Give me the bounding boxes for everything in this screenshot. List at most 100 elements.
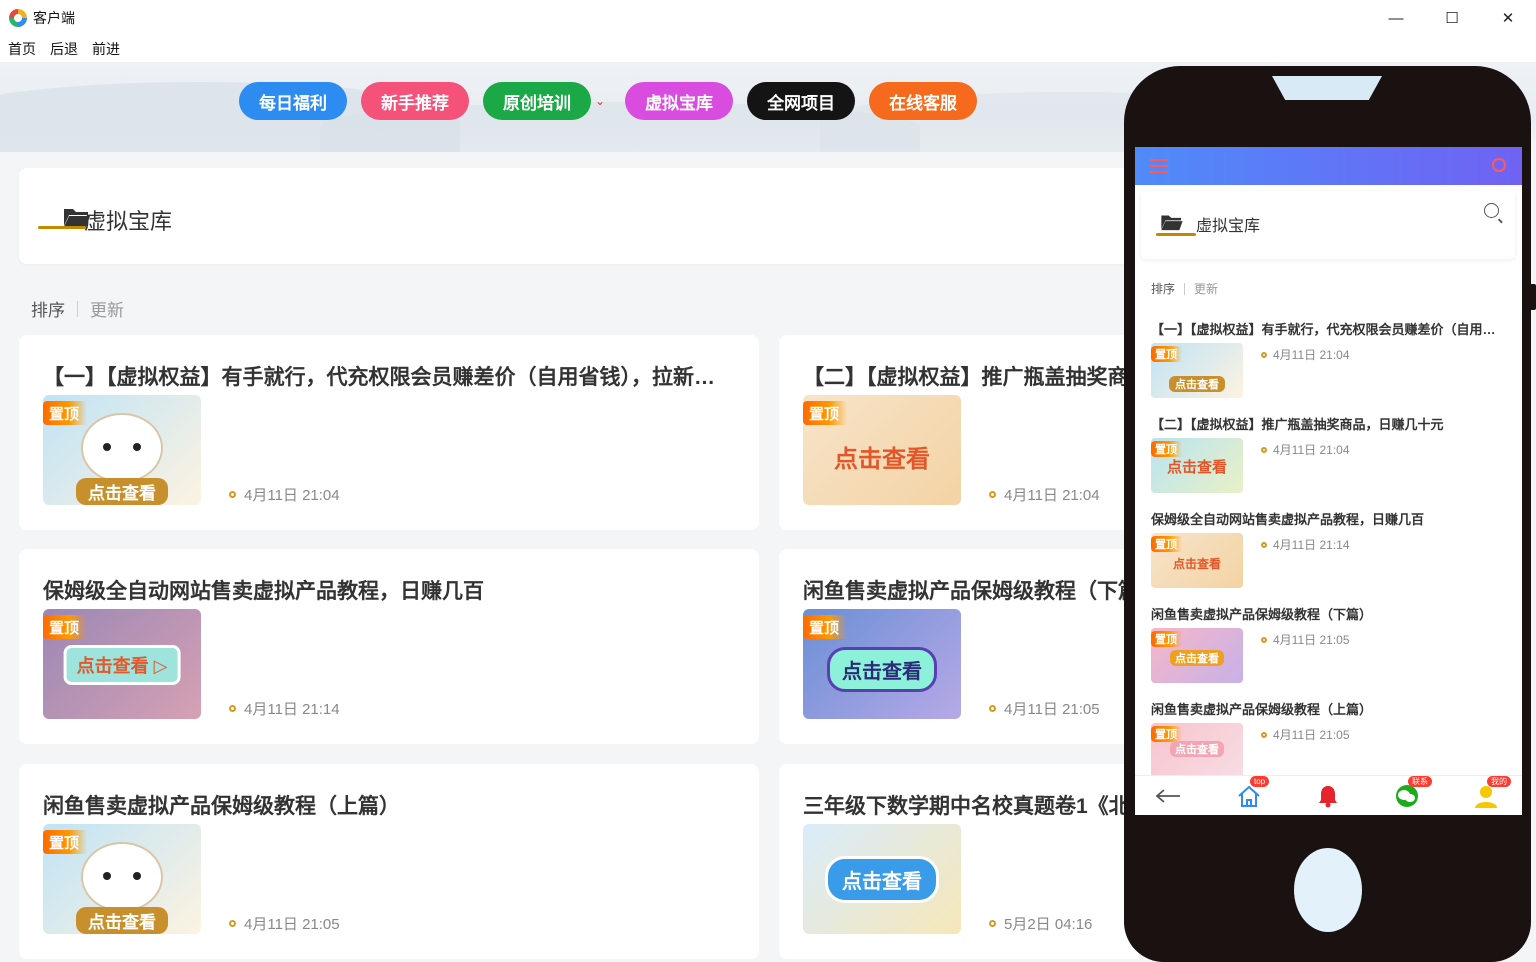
nav-newbie-recommend[interactable]: 新手推荐 [361,82,469,120]
mobile-search-icon[interactable] [1484,203,1499,218]
pinned-badge: 置顶 [43,615,88,639]
post-card[interactable]: 保姆级全自动网站售卖虚拟产品教程，日赚几百 置顶 点击查看 ▷ 4月11日 21… [19,549,759,744]
mobile-sort-bar: 排序 更新 [1151,280,1218,297]
clock-dot-icon [1261,731,1267,738]
pinned-badge: 置顶 [43,401,88,425]
sort-option-sort[interactable]: 排序 [31,296,65,321]
menu-forward[interactable]: 前进 [92,39,120,59]
post-card[interactable]: 三年级下数学期中名校真题卷1《北师大版》 点击查看 5月2日 04:16 [779,764,1139,959]
clock-dot-icon [1261,541,1267,548]
contact-badge: 联系 [1408,776,1432,787]
minimize-button[interactable]: — [1368,0,1424,36]
mobile-item-title[interactable]: 【二】【虚拟权益】推广瓶盖抽奖商品，日赚几十元 [1151,414,1507,433]
mobile-item-thumbnail[interactable]: 置顶 点击查看 [1151,723,1243,778]
section-header-card: 虚拟宝库 [19,168,1139,264]
menu-back[interactable]: 后退 [50,39,78,59]
post-title[interactable]: 【二】【虚拟权益】推广瓶盖抽奖商品，日赚几十元 [803,361,1139,391]
home-icon[interactable]: top [1234,776,1270,810]
nav-online-support[interactable]: 在线客服 [869,82,978,120]
view-button-graphic: 点击查看 [1170,650,1224,666]
clock-dot-icon [1261,636,1267,643]
clock-dot-icon [1261,351,1267,358]
mobile-list-item[interactable]: 闲鱼售卖虚拟产品保姆级教程（下篇） 置顶 点击查看 4月11日 21:05 [1151,604,1511,699]
post-date: 4月11日 21:05 [989,698,1100,719]
mobile-item-title[interactable]: 闲鱼售卖虚拟产品保姆级教程（上篇） [1151,699,1507,718]
view-button-graphic: 点击查看 [1172,557,1222,571]
mobile-list-item[interactable]: 【一】【虚拟权益】有手就行，代充权限会员赚差价（自用省钱） 置顶 点击查看 4月… [1151,319,1511,414]
home-badge: top [1250,776,1270,787]
post-thumbnail[interactable]: 置顶 点击查看 ▷ [43,609,201,719]
phone-screen: 虚拟宝库 排序 更新 【一】【虚拟权益】有手就行，代充权限会员赚差价（自用省钱）… [1135,147,1522,815]
nav-daily-welfare[interactable]: 每日福利 [239,82,347,120]
chevron-down-icon[interactable]: ⌄ [595,94,605,108]
mobile-item-thumbnail[interactable]: 置顶 点击查看 [1151,438,1243,493]
wechat-icon[interactable]: 联系 [1392,776,1432,810]
phone-preview: 虚拟宝库 排序 更新 【一】【虚拟权益】有手就行，代充权限会员赚差价（自用省钱）… [1124,66,1536,962]
mobile-item-thumbnail[interactable]: 置顶 点击查看 [1151,628,1243,683]
window-controls: — ☐ ✕ [1368,0,1536,36]
close-button[interactable]: ✕ [1480,0,1536,36]
user-icon[interactable]: 我的 [1471,776,1511,810]
pinned-badge: 置顶 [43,830,88,854]
post-thumbnail[interactable]: 置顶 点击查看 [43,395,201,505]
menu-icon[interactable] [1150,159,1168,173]
mobile-item-thumbnail[interactable]: 置顶 点击查看 [1151,533,1243,588]
view-button-graphic: 点击查看 [834,446,930,473]
view-button-graphic: 点击查看 [76,478,168,505]
post-card[interactable]: 闲鱼售卖虚拟产品保姆级教程（下篇） 置顶 点击查看 4月11日 21:05 [779,549,1139,744]
menu-bar: 首页 后退 前进 [0,36,1536,62]
mobile-section-title: 虚拟宝库 [1196,218,1261,235]
mobile-sort-option-sort[interactable]: 排序 [1151,280,1175,297]
window-title: 客户端 [33,10,75,26]
nav-original-training[interactable]: 原创培训 [483,82,591,120]
post-thumbnail[interactable]: 置顶 点击查看 [43,824,201,934]
post-card[interactable]: 【二】【虚拟权益】推广瓶盖抽奖商品，日赚几十元 置顶 点击查看 4月11日 21… [779,335,1139,530]
mobile-item-thumbnail[interactable]: 置顶 点击查看 [1151,343,1243,398]
phone-side-button [1530,284,1536,310]
mobile-item-title[interactable]: 保姆级全自动网站售卖虚拟产品教程，日赚几百 [1151,509,1507,528]
mobile-item-date: 4月11日 21:04 [1261,441,1350,458]
post-title[interactable]: 三年级下数学期中名校真题卷1《北师大版》 [803,790,1139,820]
post-title[interactable]: 保姆级全自动网站售卖虚拟产品教程，日赚几百 [43,575,733,605]
post-thumbnail[interactable]: 点击查看 [803,824,961,934]
post-title[interactable]: 闲鱼售卖虚拟产品保姆级教程（上篇） [43,790,733,820]
post-card[interactable]: 闲鱼售卖虚拟产品保姆级教程（上篇） 置顶 点击查看 4月11日 21:05 [19,764,759,959]
mobile-title-underline [1156,233,1196,236]
mobile-item-date: 4月11日 21:05 [1261,631,1350,648]
clock-dot-icon [989,705,996,712]
mobile-list-item[interactable]: 【二】【虚拟权益】推广瓶盖抽奖商品，日赚几十元 置顶 点击查看 4月11日 21… [1151,414,1511,509]
menu-home[interactable]: 首页 [8,39,36,59]
search-icon[interactable] [1492,158,1506,172]
view-button-graphic: 点击查看 [1169,376,1225,392]
sort-bar: 排序 更新 [31,296,124,321]
pinned-badge: 置顶 [803,615,848,639]
post-title[interactable]: 闲鱼售卖虚拟产品保姆级教程（下篇） [803,575,1139,605]
post-card[interactable]: 【一】【虚拟权益】有手就行，代充权限会员赚差价（自用省钱），拉新等等 置顶 点击… [19,335,759,530]
mobile-header-bar [1135,147,1522,185]
nav-all-projects[interactable]: 全网项目 [747,82,856,120]
mobile-item-date: 4月11日 21:14 [1261,536,1350,553]
profile-badge: 我的 [1487,776,1511,787]
post-title[interactable]: 【一】【虚拟权益】有手就行，代充权限会员赚差价（自用省钱），拉新等等 [43,361,733,391]
clock-dot-icon [989,920,996,927]
bell-icon[interactable] [1313,782,1343,810]
mobile-sort-option-update[interactable]: 更新 [1194,280,1218,297]
mobile-item-title[interactable]: 闲鱼售卖虚拟产品保姆级教程（下篇） [1151,604,1507,623]
pinned-badge: 置顶 [1151,631,1182,647]
app-logo-icon [9,9,27,27]
clock-dot-icon [1261,446,1267,453]
post-thumbnail[interactable]: 置顶 点击查看 [803,609,961,719]
mobile-list-item[interactable]: 保姆级全自动网站售卖虚拟产品教程，日赚几百 置顶 点击查看 4月11日 21:1… [1151,509,1511,604]
back-arrow-icon[interactable] [1153,782,1183,810]
mobile-item-title[interactable]: 【一】【虚拟权益】有手就行，代充权限会员赚差价（自用省钱） [1151,319,1507,338]
clock-dot-icon [229,491,236,498]
clock-dot-icon [229,920,236,927]
nav-virtual-vault[interactable]: 虚拟宝库 [625,82,734,120]
view-button-graphic: 点击查看 ▷ [63,645,181,685]
pinned-badge: 置顶 [1151,346,1182,362]
phone-home-button [1294,848,1362,932]
folder-open-icon [1161,215,1183,231]
sort-option-update[interactable]: 更新 [90,296,124,321]
maximize-button[interactable]: ☐ [1424,0,1480,36]
post-thumbnail[interactable]: 置顶 点击查看 [803,395,961,505]
